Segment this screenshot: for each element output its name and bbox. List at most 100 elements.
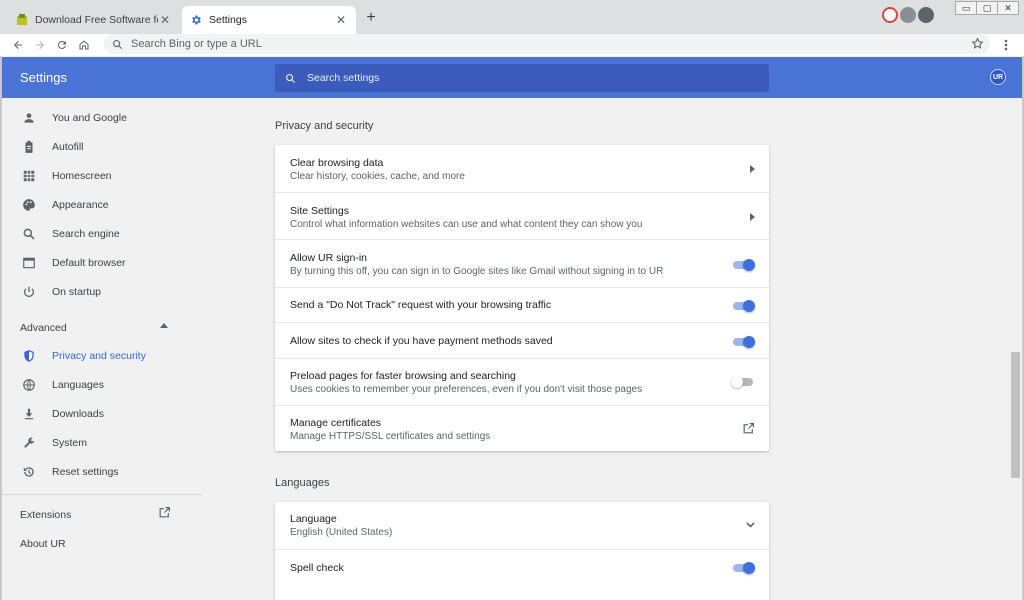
- preload-pages-toggle[interactable]: [731, 376, 755, 388]
- sign-in-toggle[interactable]: [731, 259, 755, 271]
- row-title: Clear browsing data: [290, 157, 384, 169]
- row-preload-pages: Preload pages for faster browsing and se…: [275, 358, 769, 405]
- open-in-new-icon[interactable]: [742, 422, 755, 435]
- row-clear-browsing-data[interactable]: Clear browsing data Clear history, cooki…: [275, 145, 769, 192]
- browser-menu-button[interactable]: [998, 37, 1014, 53]
- row-allow-sign-in: Allow UR sign-in By turning this off, yo…: [275, 239, 769, 287]
- tab-download-software[interactable]: Download Free Software for Windows ✕: [8, 6, 180, 34]
- bookmark-star-icon[interactable]: [971, 37, 984, 50]
- sidebar-item-appearance[interactable]: Appearance: [2, 193, 202, 217]
- sidebar-item-privacy-and-security[interactable]: Privacy and security: [2, 344, 202, 368]
- reload-button[interactable]: [51, 34, 73, 56]
- sidebar-advanced-toggle[interactable]: Advanced: [20, 322, 67, 334]
- search-settings-input[interactable]: Search settings: [275, 64, 769, 92]
- section-title-privacy: Privacy and security: [275, 120, 374, 132]
- row-subtitle: Manage HTTPS/SSL certificates and settin…: [290, 431, 491, 442]
- payment-methods-toggle[interactable]: [731, 336, 755, 348]
- row-subtitle: Uses cookies to remember your preference…: [290, 384, 643, 395]
- sidebar-item-you-and-google[interactable]: You and Google: [2, 106, 202, 130]
- maximize-button[interactable]: ▢: [976, 1, 998, 15]
- sidebar-item-label: Privacy and security: [52, 350, 146, 362]
- power-icon: [21, 284, 37, 300]
- page-scrollbar[interactable]: [1009, 98, 1022, 600]
- sidebar-item-label: Languages: [52, 379, 104, 391]
- row-manage-certificates[interactable]: Manage certificates Manage HTTPS/SSL cer…: [275, 405, 769, 451]
- row-payment-methods: Allow sites to check if you have payment…: [275, 322, 769, 358]
- sidebar-item-on-startup[interactable]: On startup: [2, 280, 202, 304]
- tab-strip: Download Free Software for Windows ✕ Set…: [0, 0, 1024, 34]
- palette-icon: [21, 197, 37, 213]
- shield-icon: [21, 348, 37, 364]
- section-title-languages: Languages: [275, 477, 330, 489]
- browser-window-icon: [21, 255, 37, 271]
- settings-header: Settings Search settings UR: [2, 57, 1022, 98]
- row-title: Allow UR sign-in: [290, 252, 368, 264]
- download-extension-icon[interactable]: [918, 7, 934, 23]
- reload-icon: [57, 41, 66, 50]
- sidebar-item-reset-settings[interactable]: Reset settings: [2, 460, 202, 484]
- search-icon: [113, 39, 123, 49]
- scrollbar-thumb[interactable]: [1011, 352, 1020, 478]
- arrow-right-icon: [36, 41, 44, 49]
- tab-close-icon[interactable]: ✕: [334, 13, 348, 27]
- download-icon: [21, 406, 37, 422]
- back-button[interactable]: [7, 34, 29, 56]
- row-subtitle: By turning this off, you can sign in to …: [290, 266, 664, 277]
- sidebar-item-label: You and Google: [52, 112, 127, 124]
- sidebar-item-downloads[interactable]: Downloads: [2, 402, 202, 426]
- sidebar-item-system[interactable]: System: [2, 431, 202, 455]
- sidebar-item-languages[interactable]: Languages: [2, 373, 202, 397]
- gear-icon: [190, 14, 202, 26]
- address-bar[interactable]: Search Bing or type a URL: [104, 34, 990, 54]
- row-do-not-track: Send a "Do Not Track" request with your …: [275, 287, 769, 322]
- person-icon: [21, 110, 37, 126]
- tab-settings[interactable]: Settings ✕: [182, 6, 356, 34]
- tab-title: Download Free Software for Windows: [35, 14, 158, 26]
- open-in-new-icon[interactable]: [158, 506, 171, 519]
- sidebar-item-label: Homescreen: [52, 170, 112, 182]
- close-window-button[interactable]: ✕: [997, 1, 1019, 15]
- minimize-button[interactable]: ▭: [955, 1, 977, 15]
- extension-icons: [882, 7, 934, 23]
- row-title: Allow sites to check if you have payment…: [290, 335, 553, 347]
- sidebar-item-about[interactable]: About UR: [20, 538, 66, 550]
- new-tab-button[interactable]: +: [362, 9, 380, 27]
- vpn-extension-icon[interactable]: [882, 7, 898, 23]
- sidebar-item-label: Appearance: [52, 199, 109, 211]
- sidebar-item-autofill[interactable]: Autofill: [2, 135, 202, 159]
- row-spell-check: Spell check: [275, 549, 769, 585]
- spell-check-toggle[interactable]: [731, 562, 755, 574]
- home-button[interactable]: [73, 34, 95, 56]
- clipboard-icon: [21, 139, 37, 155]
- sidebar-item-label: Autofill: [52, 141, 84, 153]
- chevron-down-icon[interactable]: [746, 522, 755, 528]
- sidebar-item-extensions[interactable]: Extensions: [20, 509, 71, 521]
- sidebar-item-label: Search engine: [52, 228, 120, 240]
- tab-close-icon[interactable]: ✕: [158, 13, 172, 27]
- sidebar-divider: [2, 494, 202, 495]
- do-not-track-toggle[interactable]: [731, 300, 755, 312]
- caret-up-icon[interactable]: [160, 323, 168, 328]
- row-subtitle: Control what information websites can us…: [290, 219, 643, 230]
- forward-button[interactable]: [29, 34, 51, 56]
- sidebar-item-homescreen[interactable]: Homescreen: [2, 164, 202, 188]
- mask-extension-icon[interactable]: [900, 7, 916, 23]
- row-subtitle: Clear history, cookies, cache, and more: [290, 171, 465, 182]
- address-bar-placeholder: Search Bing or type a URL: [131, 38, 262, 50]
- wrench-icon: [21, 435, 37, 451]
- sidebar-item-search-engine[interactable]: Search engine: [2, 222, 202, 246]
- row-title: Spell check: [290, 562, 344, 574]
- privacy-card: Clear browsing data Clear history, cooki…: [275, 145, 769, 451]
- avatar[interactable]: UR: [990, 69, 1006, 85]
- row-language[interactable]: Language English (United States): [275, 502, 769, 549]
- sidebar-item-default-browser[interactable]: Default browser: [2, 251, 202, 275]
- tab-title: Settings: [209, 14, 247, 26]
- row-site-settings[interactable]: Site Settings Control what information w…: [275, 192, 769, 239]
- sidebar-item-label: On startup: [52, 286, 102, 298]
- page-title: Settings: [20, 70, 67, 85]
- sidebar-item-label: Downloads: [52, 408, 104, 420]
- search-icon: [286, 73, 296, 83]
- more-vert-icon: [1004, 39, 1008, 51]
- window-controls: ▭ ▢ ✕: [955, 1, 1019, 15]
- software-favicon-icon: [16, 14, 28, 26]
